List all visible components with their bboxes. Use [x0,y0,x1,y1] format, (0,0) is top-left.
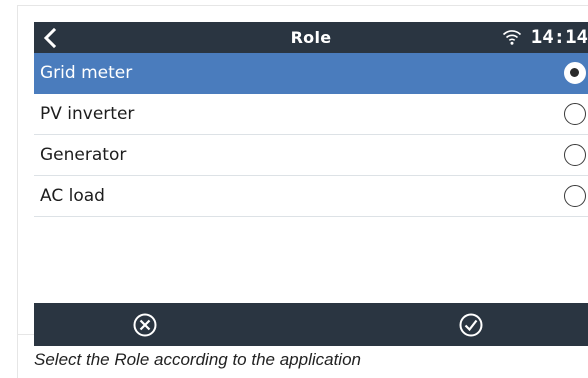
cancel-button[interactable] [132,312,158,338]
radio-selected-icon[interactable] [564,62,586,84]
role-option-pv-inverter[interactable]: PV inverter [34,94,588,135]
radio-unselected-icon[interactable] [564,103,586,125]
role-option-label: AC load [40,186,105,206]
clock: 14:14 [530,26,588,48]
confirm-button[interactable] [458,312,484,338]
circle-check-icon [459,313,483,337]
device-screen: Role 14:14 Grid meter PV inverter Genera… [34,22,588,346]
top-bar: Role 14:14 [34,22,588,53]
role-list: Grid meter PV inverter Generator AC load [34,53,588,217]
role-option-generator[interactable]: Generator [34,135,588,176]
role-option-ac-load[interactable]: AC load [34,176,588,217]
figure-caption: Select the Role according to the applica… [34,350,361,369]
wifi-icon [502,30,522,45]
role-option-grid-meter[interactable]: Grid meter [34,53,588,94]
role-option-label: Grid meter [40,63,133,83]
circle-x-icon [133,313,157,337]
role-option-label: Generator [40,145,127,165]
frame-rule [17,335,18,378]
radio-unselected-icon[interactable] [564,144,586,166]
bottom-bar [34,303,588,346]
radio-unselected-icon[interactable] [564,185,586,207]
radio-dot [570,68,579,77]
role-option-label: PV inverter [40,104,135,124]
